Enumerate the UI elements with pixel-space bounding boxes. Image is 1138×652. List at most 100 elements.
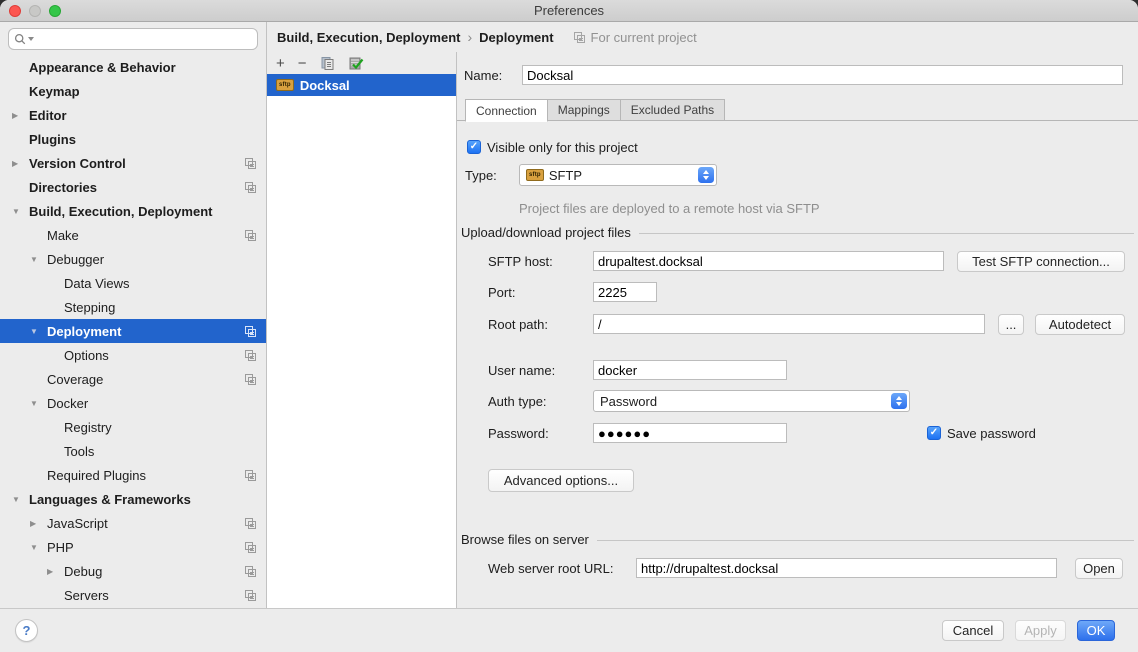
settings-search-input[interactable] (38, 30, 252, 48)
sidebar-item-required-plugins[interactable]: Required Plugins (0, 463, 266, 487)
search-options-chevron-icon[interactable] (28, 37, 34, 41)
test-sftp-connection-button[interactable]: Test SFTP connection... (957, 251, 1125, 272)
settings-tree: Appearance & Behavior Keymap ▶ Editor (0, 55, 266, 607)
tree-item-label: Data Views (64, 276, 130, 291)
tree-arrow-icon: ▼ (30, 255, 47, 264)
breadcrumb-current: Deployment (479, 30, 553, 45)
sidebar-item-options[interactable]: Options (0, 343, 266, 367)
user-name-input[interactable] (593, 360, 787, 380)
tree-arrow-icon: ▼ (12, 207, 29, 216)
for-current-project[interactable]: For current project (573, 30, 697, 45)
dialog-footer: ? Cancel Apply OK (0, 608, 1138, 652)
tree-item-label: Make (47, 228, 79, 243)
visible-only-checkbox[interactable]: ✓ (467, 140, 481, 154)
tab-connection[interactable]: Connection (465, 99, 548, 122)
tree-item-label: Docker (47, 396, 88, 411)
sidebar-item-debugger[interactable]: ▼ Debugger (0, 247, 266, 271)
sidebar-item-tools[interactable]: Tools (0, 439, 266, 463)
auth-type-select[interactable]: Password (593, 390, 910, 412)
copy-server-button[interactable] (320, 56, 335, 71)
check-icon: ✓ (930, 428, 938, 438)
type-value: SFTP (549, 168, 582, 183)
server-list-panel: + − (267, 52, 457, 608)
advanced-options-button[interactable]: Advanced options... (488, 469, 634, 492)
sidebar-item-editor[interactable]: ▶ Editor (0, 103, 266, 127)
tree-item-label: Languages & Frameworks (29, 492, 191, 507)
group-divider (639, 233, 1134, 234)
per-project-icon (573, 31, 586, 44)
sidebar-item-stepping[interactable]: Stepping (0, 295, 266, 319)
titlebar: Preferences (0, 0, 1138, 22)
per-project-icon (244, 157, 257, 170)
tree-item-label: Required Plugins (47, 468, 146, 483)
tree-item-label: Directories (29, 180, 97, 195)
tree-arrow-icon: ▼ (12, 495, 29, 504)
sidebar-item-directories[interactable]: Directories (0, 175, 266, 199)
web-root-input[interactable] (636, 558, 1057, 578)
tree-item-label: Version Control (29, 156, 126, 171)
tree-arrow-icon: ▶ (12, 111, 29, 120)
per-project-icon (244, 373, 257, 386)
sidebar-item-version-control[interactable]: ▶ Version Control (0, 151, 266, 175)
sidebar-item-coverage[interactable]: Coverage (0, 367, 266, 391)
tree-arrow-icon: ▶ (12, 159, 29, 168)
cancel-button[interactable]: Cancel (942, 620, 1004, 641)
tree-item-label: Options (64, 348, 109, 363)
sftp-icon: sftp (276, 79, 294, 91)
save-password-label: Save password (947, 426, 1036, 441)
root-path-input[interactable] (593, 314, 985, 334)
port-input[interactable] (593, 282, 657, 302)
autodetect-button[interactable]: Autodetect (1035, 314, 1125, 335)
sidebar-item-plugins[interactable]: Plugins (0, 127, 266, 151)
breadcrumb-parent[interactable]: Build, Execution, Deployment (277, 30, 460, 45)
user-name-label: User name: (488, 363, 555, 378)
tree-item-label: Servers (64, 588, 109, 603)
select-stepper-icon (698, 167, 714, 183)
tree-arrow-icon: ▼ (30, 327, 47, 336)
sidebar-item-php[interactable]: ▼ PHP (0, 535, 266, 559)
tree-item-label: Editor (29, 108, 67, 123)
per-project-icon (244, 469, 257, 482)
server-row-docksal[interactable]: sftp Docksal (267, 74, 456, 96)
settings-search-box[interactable] (8, 28, 258, 50)
use-as-default-button[interactable] (348, 56, 364, 71)
help-button[interactable]: ? (15, 619, 38, 642)
sidebar-item-servers[interactable]: Servers (0, 583, 266, 607)
browse-root-path-button[interactable]: ... (998, 314, 1024, 335)
remove-server-button[interactable]: − (298, 56, 307, 71)
auth-type-label: Auth type: (488, 394, 547, 409)
tree-item-label: Registry (64, 420, 112, 435)
auth-type-value: Password (600, 394, 657, 409)
sidebar-item-keymap[interactable]: Keymap (0, 79, 266, 103)
sidebar-item-deployment[interactable]: ▼ Deployment (0, 319, 266, 343)
sidebar-item-data-views[interactable]: Data Views (0, 271, 266, 295)
sidebar-item-javascript[interactable]: ▶ JavaScript (0, 511, 266, 535)
sidebar-item-build-execution-deployment[interactable]: ▼ Build, Execution, Deployment (0, 199, 266, 223)
sidebar-item-make[interactable]: Make (0, 223, 266, 247)
open-button[interactable]: Open (1075, 558, 1123, 579)
tab-excluded-paths[interactable]: Excluded Paths (620, 99, 725, 121)
name-label: Name: (464, 68, 502, 83)
sftp-host-input[interactable] (593, 251, 944, 271)
tree-item-label: Coverage (47, 372, 103, 387)
type-select[interactable]: sftp SFTP (519, 164, 717, 186)
password-input[interactable] (593, 423, 787, 443)
tree-item-label: Plugins (29, 132, 76, 147)
sidebar-item-languages-frameworks[interactable]: ▼ Languages & Frameworks (0, 487, 266, 511)
name-input[interactable] (522, 65, 1123, 85)
sidebar-item-registry[interactable]: Registry (0, 415, 266, 439)
sidebar-item-debug[interactable]: ▶ Debug (0, 559, 266, 583)
visible-only-label: Visible only for this project (487, 140, 638, 155)
add-server-button[interactable]: + (276, 56, 285, 71)
window-title: Preferences (0, 3, 1138, 18)
sidebar-item-docker[interactable]: ▼ Docker (0, 391, 266, 415)
deployment-form: Name: Connection Mappings Excluded Paths… (457, 52, 1138, 608)
tree-item-label: JavaScript (47, 516, 108, 531)
sidebar-item-appearance-behavior[interactable]: Appearance & Behavior (0, 55, 266, 79)
tab-mappings[interactable]: Mappings (547, 99, 621, 121)
apply-button[interactable]: Apply (1015, 620, 1066, 641)
save-password-checkbox[interactable]: ✓ (927, 426, 941, 440)
web-root-label: Web server root URL: (488, 561, 613, 576)
tree-item-label: Build, Execution, Deployment (29, 204, 212, 219)
ok-button[interactable]: OK (1077, 620, 1115, 641)
